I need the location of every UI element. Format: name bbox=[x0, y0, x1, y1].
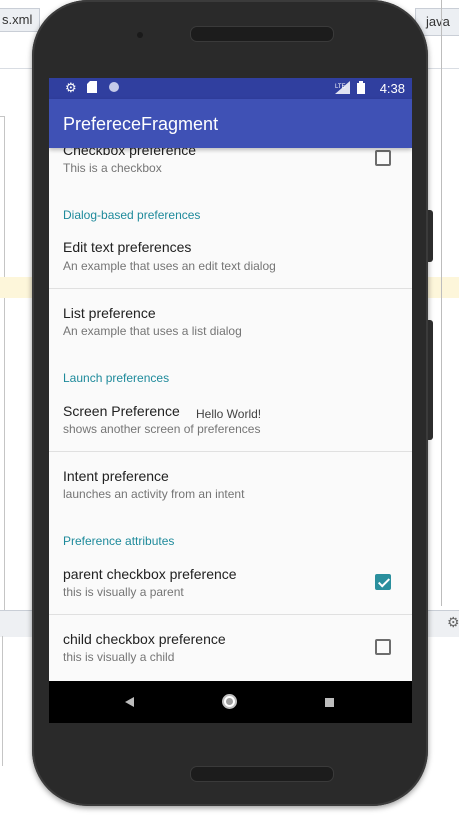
parent-checkbox[interactable] bbox=[375, 574, 391, 590]
checkbox-preference-title: Checkbox preference bbox=[63, 148, 197, 158]
divider bbox=[49, 614, 412, 615]
list-preference-title: List preference bbox=[63, 305, 156, 321]
ide-editor-tab[interactable]: s.xml bbox=[0, 8, 40, 32]
signal-icon: LTE bbox=[335, 81, 351, 97]
parent-checkbox-title: parent checkbox preference bbox=[63, 566, 237, 582]
section-header-dialog: Dialog-based preferences bbox=[63, 208, 201, 222]
circle-icon bbox=[108, 81, 120, 96]
svg-text:LTE: LTE bbox=[335, 84, 346, 90]
intent-preference-title: Intent preference bbox=[63, 468, 169, 484]
edit-text-preference-summary: An example that uses an edit text dialog bbox=[63, 259, 276, 273]
hello-world-text: Hello World! bbox=[196, 407, 262, 421]
checkbox-preference-checkbox[interactable] bbox=[375, 150, 391, 166]
volume-rocker[interactable] bbox=[428, 320, 433, 440]
ide-right-panel bbox=[441, 0, 459, 606]
parent-checkbox-summary: this is visually a parent bbox=[63, 585, 184, 599]
battery-icon bbox=[357, 81, 365, 97]
screen-preference-title: Screen Preference bbox=[63, 403, 180, 419]
front-camera bbox=[137, 32, 143, 38]
ide-settings-icon[interactable]: ⚙ bbox=[447, 614, 459, 631]
divider bbox=[49, 288, 412, 289]
top-speaker bbox=[190, 26, 334, 42]
recents-icon[interactable] bbox=[325, 698, 334, 707]
list-preference-summary: An example that uses a list dialog bbox=[63, 324, 242, 338]
bottom-speaker bbox=[190, 766, 334, 782]
edit-text-preference-title: Edit text preferences bbox=[63, 239, 192, 255]
ide-left-panel bbox=[0, 116, 5, 613]
intent-preference-summary: launches an activity from an intent bbox=[63, 487, 245, 501]
sd-card-icon bbox=[87, 81, 97, 96]
child-checkbox-title: child checkbox preference bbox=[63, 631, 226, 647]
power-button[interactable] bbox=[428, 210, 433, 262]
checkbox-preference-summary: This is a checkbox bbox=[63, 161, 162, 175]
section-header-attributes: Preference attributes bbox=[63, 534, 175, 548]
navigation-bar bbox=[49, 681, 412, 723]
ide-highlighted-line bbox=[0, 277, 34, 298]
status-time: 4:38 bbox=[379, 81, 405, 96]
app-bar: PrefereceFragment bbox=[49, 99, 412, 148]
child-checkbox-summary: this is visually a child bbox=[63, 650, 175, 664]
back-icon[interactable] bbox=[125, 697, 134, 707]
status-bar: ⚙ LTE 4:38 bbox=[49, 78, 412, 99]
screen-preference-summary: shows another screen of preferences bbox=[63, 422, 261, 436]
gear-icon: ⚙ bbox=[65, 80, 77, 95]
device-screen: ⚙ LTE 4:38 PrefereceFragment Checkbox pr… bbox=[49, 78, 412, 723]
home-icon[interactable] bbox=[222, 694, 237, 709]
preference-list[interactable]: Checkbox preference This is a checkbox D… bbox=[49, 148, 412, 681]
app-title: PrefereceFragment bbox=[63, 114, 219, 134]
section-header-launch: Launch preferences bbox=[63, 371, 170, 385]
ide-tab-label: s.xml bbox=[2, 12, 33, 27]
ide-left-lower-panel bbox=[0, 636, 3, 766]
child-checkbox[interactable] bbox=[375, 639, 391, 655]
divider bbox=[49, 451, 412, 452]
